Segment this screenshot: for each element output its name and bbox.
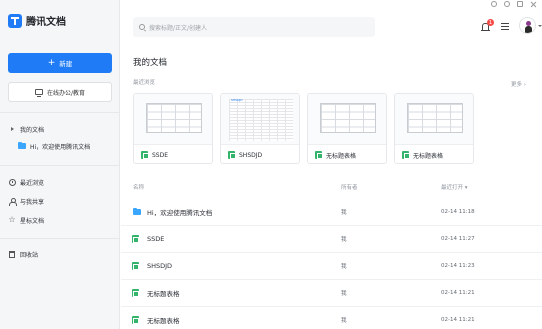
- sidebar-item-welcome-folder[interactable]: Hi，欢迎使用腾讯文档: [18, 140, 90, 152]
- recent-card[interactable]: SSDE: [133, 93, 213, 164]
- person-icon: [9, 197, 17, 206]
- thumbnail-text: SHSDJD: [231, 98, 243, 102]
- menu-icon[interactable]: [501, 23, 509, 30]
- window-controls: [491, 0, 536, 8]
- sheet-icon: [131, 316, 139, 324]
- row-name: 无标题表格: [147, 317, 180, 325]
- card-thumbnail: SHSDJD: [221, 94, 299, 145]
- app-logo[interactable]: 腾讯文档: [8, 13, 66, 28]
- sidebar-item-trash[interactable]: 回收站: [8, 248, 38, 260]
- folder-icon: [18, 141, 26, 149]
- column-header-time[interactable]: 最近打开 ▾: [441, 183, 468, 191]
- online-office-label: 在线办公/教育: [46, 89, 86, 97]
- row-time: 02-14 11:27: [441, 236, 475, 242]
- monitor-icon: [34, 89, 43, 97]
- search-input[interactable]: 搜索标题/正文/创建人: [133, 17, 375, 37]
- recent-section-label: 最近浏览: [133, 80, 156, 86]
- notification-badge: 1: [487, 19, 494, 26]
- main-content: 搜索标题/正文/创建人 1 我的文档 最近浏览 更多 › SSDE SHSDJD…: [121, 0, 542, 329]
- recent-card[interactable]: SHSDJD SHSDJD: [220, 93, 300, 164]
- sheet-icon: [131, 262, 139, 270]
- card-title: SSDE: [152, 151, 169, 159]
- sidebar-item-label: 最近浏览: [20, 179, 45, 187]
- plus-icon: +: [47, 57, 56, 68]
- sidebar-divider: [0, 165, 120, 166]
- list-item[interactable]: 无标题表格 我 02-14 11:21: [121, 280, 542, 307]
- card-title: SHSDJD: [239, 151, 263, 159]
- sidebar: 腾讯文档 + 新建 在线办公/教育 我的文档 Hi，欢迎使用腾讯文档 最近浏览 …: [0, 0, 120, 329]
- notification-button[interactable]: 1: [481, 19, 494, 32]
- more-link[interactable]: 更多 ›: [511, 80, 526, 88]
- row-time: 02-14 11:18: [441, 209, 475, 215]
- sidebar-item-label: 与我共享: [20, 198, 45, 206]
- new-document-button[interactable]: + 新建: [8, 53, 112, 73]
- row-owner: 我: [341, 210, 347, 216]
- list-item[interactable]: 无标题表格 我 02-14 11:21: [121, 307, 542, 329]
- recent-card[interactable]: 无标题表格: [394, 93, 474, 164]
- row-name: SSDE: [147, 235, 165, 243]
- row-time: 02-14 11:21: [441, 317, 475, 323]
- search-icon: [139, 24, 145, 30]
- sidebar-item-label: 回收站: [20, 251, 39, 259]
- caret-right-icon: [10, 127, 14, 131]
- clock-icon: [8, 178, 16, 186]
- sheet-icon: [141, 151, 149, 159]
- new-button-label: 新建: [59, 60, 73, 68]
- sidebar-item-shared[interactable]: 与我共享: [8, 195, 44, 207]
- list-item[interactable]: SHSDJD 我 02-14 11:23: [121, 253, 542, 280]
- row-owner: 我: [341, 264, 347, 270]
- card-title: 无标题表格: [326, 152, 357, 160]
- maximize-icon[interactable]: [517, 1, 523, 7]
- card-title: 无标题表格: [413, 152, 444, 160]
- folder-icon: [133, 207, 141, 215]
- list-header: 名称 所有者 最近打开 ▾: [133, 183, 531, 193]
- card-thumbnail: [134, 94, 212, 145]
- avatar[interactable]: [519, 17, 536, 34]
- page-title: 我的文档: [133, 58, 168, 68]
- tencent-docs-logo-icon: [8, 13, 22, 28]
- card-thumbnail: [395, 94, 473, 145]
- sheet-icon: [402, 151, 410, 159]
- sidebar-item-my-docs[interactable]: 我的文档: [8, 123, 44, 135]
- online-office-button[interactable]: 在线办公/教育: [8, 82, 112, 102]
- sidebar-item-label: Hi，欢迎使用腾讯文档: [30, 143, 91, 151]
- card-thumbnail: [308, 94, 386, 145]
- row-time: 02-14 11:21: [441, 290, 475, 296]
- row-owner: 我: [341, 291, 347, 297]
- column-header-owner[interactable]: 所有者: [341, 183, 358, 191]
- close-icon[interactable]: [530, 1, 536, 7]
- sidebar-item-recent[interactable]: 最近浏览: [8, 176, 44, 188]
- sidebar-divider: [0, 238, 120, 239]
- sheet-icon: [228, 151, 236, 159]
- app-name: 腾讯文档: [26, 17, 66, 28]
- sidebar-item-starred[interactable]: ☆ 星标文档: [8, 214, 44, 226]
- row-time: 02-14 11:23: [441, 263, 475, 269]
- column-header-name[interactable]: 名称: [133, 183, 144, 191]
- search-placeholder: 搜索标题/正文/创建人: [149, 24, 208, 32]
- chevron-down-icon[interactable]: [538, 25, 542, 27]
- list-item[interactable]: Hi，欢迎使用腾讯文档 我 02-14 11:18: [121, 199, 542, 226]
- row-name: Hi，欢迎使用腾讯文档: [147, 209, 213, 217]
- info-icon[interactable]: [491, 1, 497, 7]
- row-owner: 我: [341, 237, 347, 243]
- sheet-icon: [131, 289, 139, 297]
- refresh-icon[interactable]: [504, 1, 510, 7]
- sheet-icon: [315, 151, 323, 159]
- recent-card[interactable]: 无标题表格: [307, 93, 387, 164]
- list-item[interactable]: SSDE 我 02-14 11:27: [121, 226, 542, 253]
- sidebar-divider: [0, 112, 120, 113]
- star-icon: ☆: [8, 215, 16, 224]
- sheet-icon: [131, 235, 139, 243]
- sidebar-item-label: 我的文档: [20, 126, 45, 134]
- sidebar-item-label: 星标文档: [20, 217, 45, 225]
- row-name: 无标题表格: [147, 290, 180, 298]
- trash-icon: [9, 250, 15, 258]
- row-name: SHSDJD: [147, 262, 173, 270]
- row-owner: 我: [341, 318, 347, 324]
